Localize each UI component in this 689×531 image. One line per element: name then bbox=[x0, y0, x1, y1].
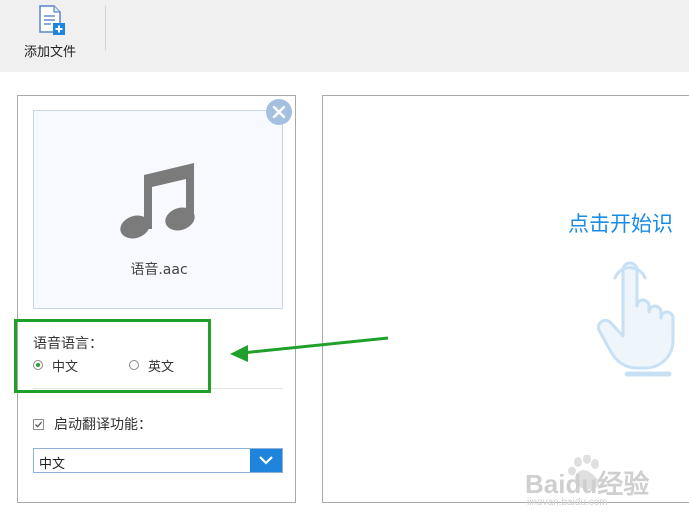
watermark-text: Baidu经验 bbox=[525, 469, 649, 499]
music-note-icon bbox=[120, 163, 195, 239]
translate-checkbox[interactable] bbox=[33, 418, 44, 430]
toolbar-separator bbox=[105, 6, 106, 50]
remove-file-button[interactable] bbox=[266, 99, 292, 125]
radio-chinese[interactable]: 中文 bbox=[33, 356, 79, 375]
toolbar: 添加文件 bbox=[0, 0, 689, 72]
section-divider bbox=[33, 388, 283, 389]
translate-language-select[interactable]: 中文 bbox=[33, 448, 283, 473]
start-recognition-link[interactable]: 点击开始识 bbox=[568, 208, 673, 238]
radio-circle-checked[interactable] bbox=[33, 360, 43, 370]
radio-english-label: 英文 bbox=[148, 359, 175, 375]
select-value: 中文 bbox=[39, 457, 66, 472]
file-name: 语音.aac bbox=[130, 262, 188, 278]
right-panel[interactable]: 点击开始识 bbox=[322, 95, 689, 503]
add-file-button[interactable]: 添加文件 bbox=[14, 4, 86, 60]
watermark-sub: jingyan.baidu.com bbox=[526, 497, 608, 505]
add-file-icon bbox=[39, 5, 65, 35]
select-dropdown-button[interactable] bbox=[250, 449, 282, 472]
radio-english[interactable]: 英文 bbox=[129, 356, 175, 375]
baidu-watermark-logo: Baidu经验 jingyan.baidu.com bbox=[525, 455, 649, 505]
annotation-arrow bbox=[230, 336, 389, 362]
radio-chinese-label: 中文 bbox=[52, 359, 79, 375]
checkmark-icon bbox=[35, 421, 43, 428]
chevron-down-icon bbox=[259, 456, 273, 465]
file-card[interactable]: 语音.aac bbox=[33, 110, 283, 309]
add-file-label: 添加文件 bbox=[23, 45, 76, 60]
left-panel: 语音.aac 语音语言： 中文 英文 启动翻译功能： 中文 bbox=[17, 95, 296, 503]
close-icon bbox=[272, 105, 286, 119]
hand-pointer-icon bbox=[597, 261, 675, 377]
language-section-title: 语音语言： bbox=[33, 336, 103, 352]
translate-label: 启动翻译功能： bbox=[54, 417, 152, 433]
radio-circle[interactable] bbox=[129, 360, 139, 370]
translate-toggle[interactable]: 启动翻译功能： bbox=[33, 414, 152, 434]
